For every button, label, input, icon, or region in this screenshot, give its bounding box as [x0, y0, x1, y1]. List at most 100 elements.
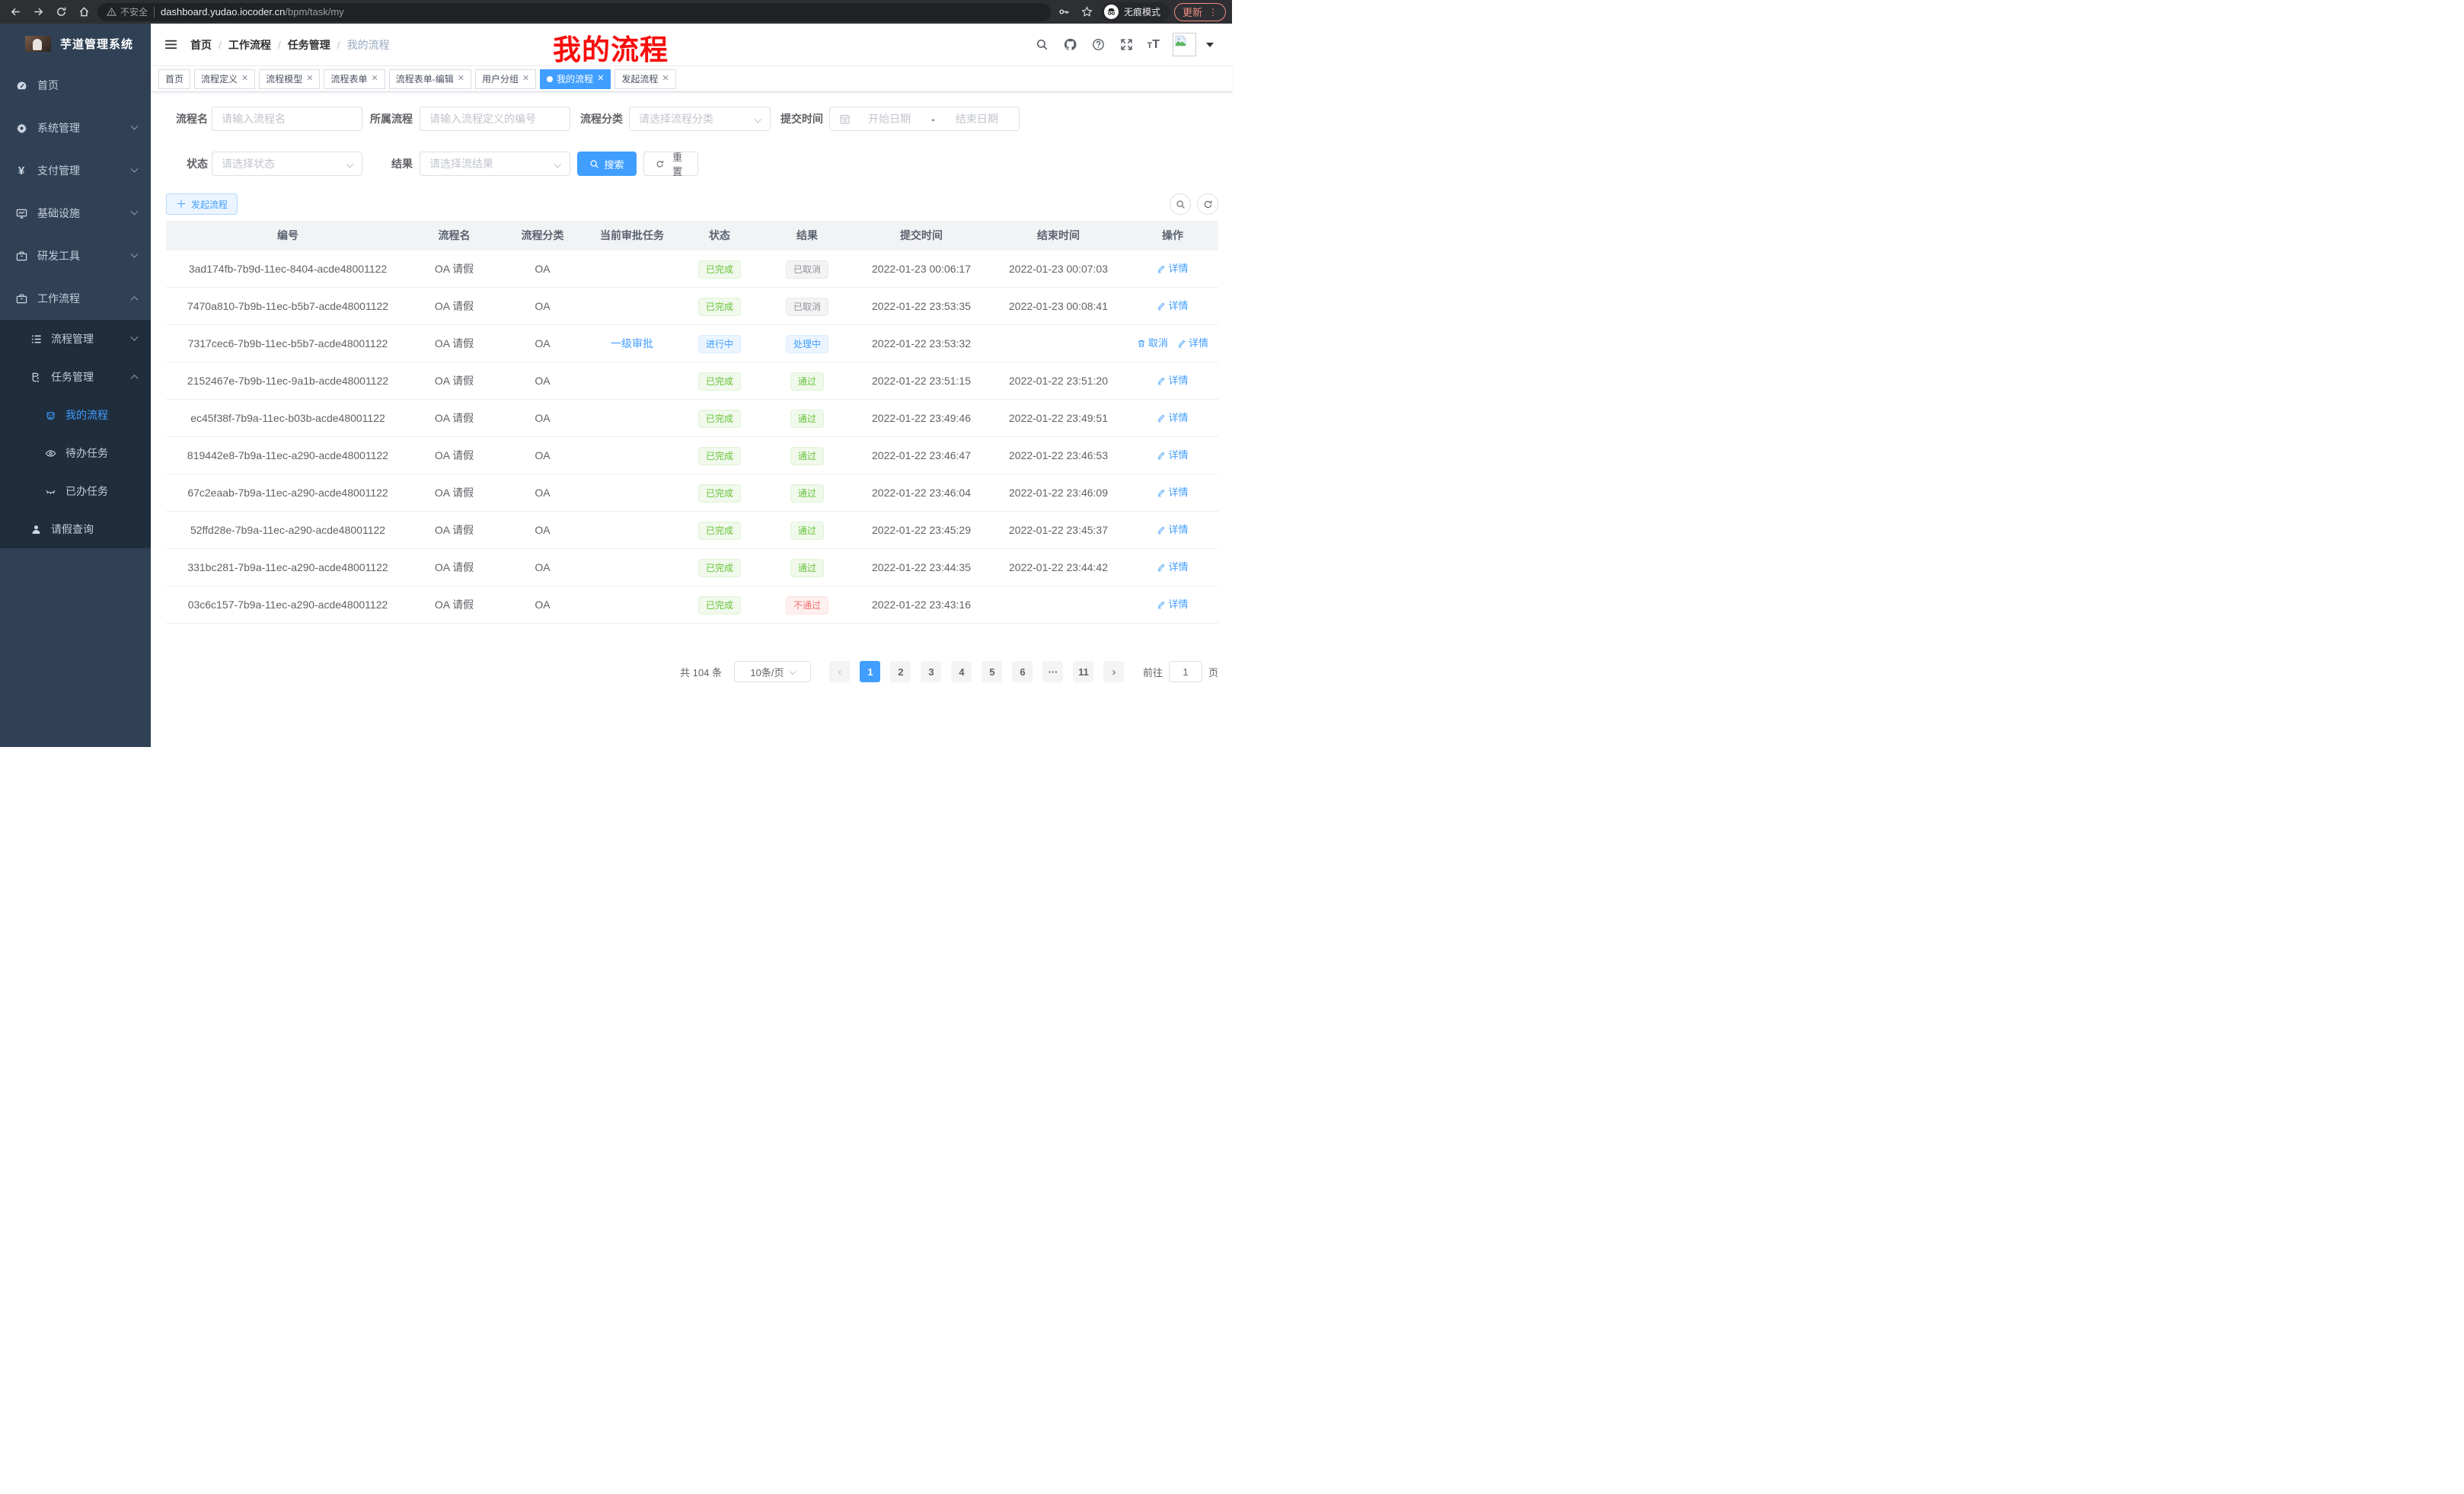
fullscreen-icon[interactable]: [1119, 37, 1134, 53]
address-bar[interactable]: 不安全 dashboard.yudao.iocoder.cn/bpm/task/…: [97, 3, 1051, 21]
app-logo[interactable]: 芋道管理系统: [0, 24, 151, 64]
page-button-1[interactable]: 1: [860, 661, 880, 682]
close-icon[interactable]: ✕: [241, 75, 248, 83]
close-icon[interactable]: ✕: [306, 75, 313, 83]
cancel-link[interactable]: 取消: [1137, 325, 1168, 362]
bookmark-star-icon[interactable]: [1078, 3, 1096, 21]
help-icon[interactable]: [1090, 37, 1106, 53]
github-icon[interactable]: [1062, 37, 1077, 53]
tab-start-process[interactable]: 发起流程✕: [614, 69, 675, 89]
sidebar-menu: 首页 系统管理 ¥ 支付管理 基础设施 研发工具: [0, 64, 151, 548]
goto-page-input[interactable]: [1169, 661, 1202, 682]
close-icon[interactable]: ✕: [662, 75, 669, 83]
start-process-button[interactable]: ＋ 发起流程: [166, 193, 238, 215]
sidebar-item-task-mgmt[interactable]: 任务管理: [0, 358, 151, 396]
more-pages-button[interactable]: ···: [1042, 661, 1063, 682]
detail-link[interactable]: 详情: [1177, 325, 1208, 362]
cell-submit-time: 2022-01-22 23:46:04: [853, 474, 990, 511]
tab-process-form[interactable]: 流程表单✕: [324, 69, 385, 89]
security-warning[interactable]: 不安全: [107, 5, 148, 18]
breadcrumb-workflow[interactable]: 工作流程: [228, 37, 271, 53]
table-row: 67c2eaab-7b9a-11ec-a290-acde48001122 OA …: [166, 474, 1218, 512]
process-def-input[interactable]: [420, 107, 570, 131]
tab-process-definition[interactable]: 流程定义✕: [194, 69, 255, 89]
cell-submit-time: 2022-01-22 23:53:32: [853, 325, 990, 362]
refresh-button[interactable]: [1197, 193, 1218, 215]
sidebar-item-home[interactable]: 首页: [0, 64, 151, 107]
start-date-placeholder[interactable]: 开始日期: [857, 111, 922, 126]
key-icon[interactable]: [1055, 3, 1074, 21]
tab-process-form-edit[interactable]: 流程表单-编辑✕: [389, 69, 471, 89]
submit-time-range-picker[interactable]: 开始日期 - 结束日期: [829, 107, 1020, 131]
cell-submit-time: 2022-01-22 23:43:16: [853, 586, 990, 623]
sidebar-item-process-mgmt[interactable]: 流程管理: [0, 320, 151, 358]
cell-category: OA: [499, 549, 586, 586]
sidebar-item-todo-tasks[interactable]: 待办任务: [0, 434, 151, 472]
detail-link[interactable]: 详情: [1157, 400, 1188, 436]
breadcrumb-task-mgmt[interactable]: 任务管理: [288, 37, 330, 53]
sidebar-item-devtools[interactable]: 研发工具: [0, 235, 151, 277]
search-button[interactable]: 搜索: [577, 152, 637, 176]
result-badge: 通过: [790, 372, 824, 391]
process-name-input[interactable]: [212, 107, 362, 131]
category-select[interactable]: [629, 107, 771, 131]
avatar[interactable]: [1173, 33, 1196, 56]
page-button-3[interactable]: 3: [921, 661, 941, 682]
header-end-time: 结束时间: [990, 221, 1127, 251]
update-button[interactable]: 更新 ⋮: [1174, 3, 1226, 21]
end-date-placeholder[interactable]: 结束日期: [944, 111, 1010, 126]
page-button-2[interactable]: 2: [890, 661, 911, 682]
close-icon[interactable]: ✕: [458, 75, 464, 83]
breadcrumb-home[interactable]: 首页: [190, 37, 212, 53]
detail-link[interactable]: 详情: [1157, 586, 1188, 623]
page-button-5[interactable]: 5: [981, 661, 1002, 682]
page-button-4[interactable]: 4: [951, 661, 972, 682]
reload-icon[interactable]: [52, 3, 70, 21]
close-icon[interactable]: ✕: [372, 75, 378, 83]
sidebar-item-done-tasks[interactable]: 已办任务: [0, 472, 151, 510]
cell-actions: 详情: [1127, 437, 1218, 474]
home-icon[interactable]: [75, 3, 93, 21]
sidebar-item-workflow[interactable]: 工作流程: [0, 277, 151, 320]
cell-end-time: [990, 325, 1127, 362]
result-select[interactable]: [420, 152, 570, 176]
detail-link[interactable]: 详情: [1157, 251, 1188, 287]
detail-link[interactable]: 详情: [1157, 474, 1188, 511]
tab-process-model[interactable]: 流程模型✕: [259, 69, 320, 89]
forward-icon[interactable]: [29, 3, 47, 21]
show-search-button[interactable]: [1170, 193, 1191, 215]
sidebar-item-system[interactable]: 系统管理: [0, 107, 151, 149]
tab-user-group[interactable]: 用户分组✕: [475, 69, 536, 89]
page-size-select[interactable]: 10条/页: [734, 661, 811, 682]
cell-result: 通过: [761, 437, 853, 474]
detail-link[interactable]: 详情: [1157, 549, 1188, 586]
back-icon[interactable]: [6, 3, 24, 21]
close-icon[interactable]: ✕: [597, 75, 604, 83]
detail-link[interactable]: 详情: [1157, 288, 1188, 324]
sidebar-item-leave-query[interactable]: 请假查询: [0, 510, 151, 548]
sidebar-item-my-process[interactable]: 我的流程: [0, 396, 151, 434]
font-size-icon[interactable]: TT: [1147, 39, 1160, 51]
tab-my-process[interactable]: 我的流程✕: [540, 69, 611, 89]
tab-home[interactable]: 首页: [158, 69, 190, 89]
page-button-11[interactable]: 11: [1073, 661, 1093, 682]
omnibox-divider: [154, 7, 155, 18]
detail-link[interactable]: 详情: [1157, 512, 1188, 548]
search-icon[interactable]: [1034, 37, 1049, 53]
cell-actions: 详情: [1127, 400, 1218, 436]
status-select[interactable]: [212, 152, 362, 176]
task-link[interactable]: 一级审批: [611, 337, 653, 350]
hamburger-icon[interactable]: [163, 37, 178, 53]
sidebar-item-infra[interactable]: 基础设施: [0, 192, 151, 235]
detail-link[interactable]: 详情: [1157, 362, 1188, 399]
prev-page-button[interactable]: ‹: [829, 661, 850, 682]
detail-link[interactable]: 详情: [1157, 437, 1188, 474]
close-icon[interactable]: ✕: [522, 75, 529, 83]
avatar-caret-icon[interactable]: [1206, 43, 1214, 47]
browser-menu-icon[interactable]: ⋮: [1208, 7, 1218, 18]
status-badge: 进行中: [698, 335, 741, 353]
page-button-6[interactable]: 6: [1012, 661, 1033, 682]
reset-button[interactable]: 重置: [643, 152, 698, 176]
sidebar-item-payment[interactable]: ¥ 支付管理: [0, 149, 151, 192]
next-page-button[interactable]: ›: [1103, 661, 1124, 682]
